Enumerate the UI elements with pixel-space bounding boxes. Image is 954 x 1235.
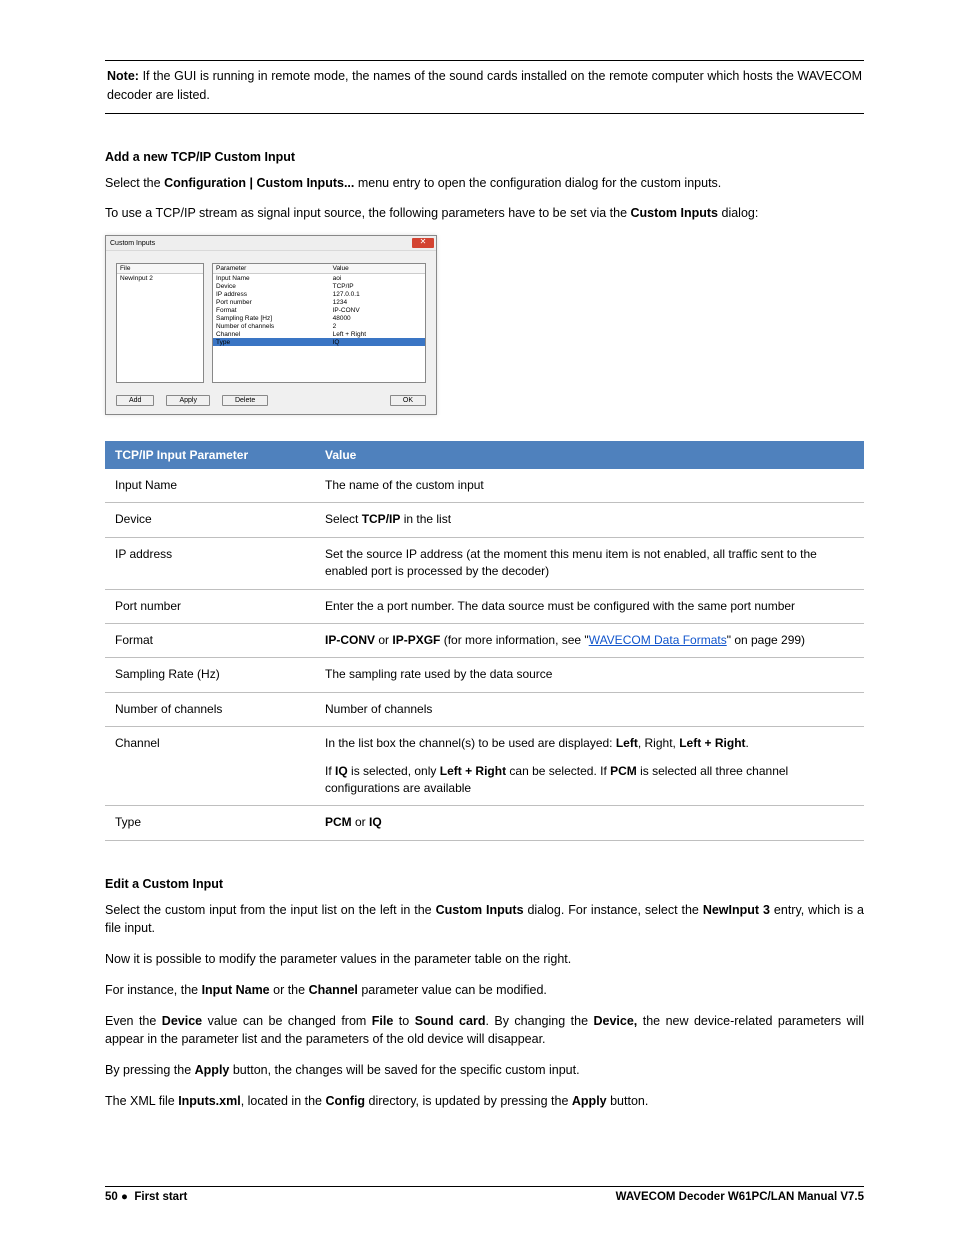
edit-para-6: The XML file Inputs.xml, located in the … [105,1092,864,1111]
th-value: Value [315,441,864,469]
table-row: Type PCM or IQ [105,806,864,840]
table-row: Input Name The name of the custom input [105,469,864,503]
close-icon[interactable]: ✕ [412,238,434,248]
edit-para-2: Now it is possible to modify the paramet… [105,950,864,969]
edit-para-5: By pressing the Apply button, the change… [105,1061,864,1080]
col-parameter: Parameter [213,264,330,274]
dialog-body: File NewInput 2 Parameter Value Input Na… [106,251,436,414]
table-row: Number of channels Number of channels [105,692,864,726]
dialog-title: Custom Inputs [110,240,155,247]
list-item[interactable]: NewInput 2 [117,274,203,283]
ok-button[interactable]: OK [390,395,426,406]
table-row: Device Select TCP/IP in the list [105,503,864,537]
note-body: If the GUI is running in remote mode, th… [107,69,862,102]
table-row: Format IP-CONV or IP-PXGF (for more info… [105,623,864,657]
wavecom-data-formats-link[interactable]: WAVECOM Data Formats [589,633,727,647]
edit-para-3: For instance, the Input Name or the Chan… [105,981,864,1000]
col-value: Value [330,264,425,274]
paragraph-select-menu: Select the Configuration | Custom Inputs… [105,174,864,193]
page-container: Note: If the GUI is running in remote mo… [0,0,954,1235]
th-parameter: TCP/IP Input Parameter [105,441,315,469]
paragraph-tcpip-intro: To use a TCP/IP stream as signal input s… [105,204,864,223]
input-list-header: File [117,264,203,274]
add-button[interactable]: Add [116,395,154,406]
delete-button[interactable]: Delete [222,395,268,406]
apply-button[interactable]: Apply [166,395,210,406]
note-label: Note: [107,69,139,83]
table-row: IP address Set the source IP address (at… [105,537,864,589]
input-list[interactable]: File NewInput 2 [116,263,204,383]
dialog-titlebar: Custom Inputs ✕ [106,236,436,251]
table-row: Port number Enter the a port number. The… [105,589,864,623]
page-footer: 50 ● First start WAVECOM Decoder W61PC/L… [105,1186,864,1203]
heading-edit-custom-input: Edit a Custom Input [105,877,864,891]
note-box: Note: If the GUI is running in remote mo… [105,60,864,114]
heading-add-custom-input: Add a new TCP/IP Custom Input [105,150,864,164]
custom-inputs-dialog: Custom Inputs ✕ File NewInput 2 Paramete… [105,235,437,415]
parameter-grid[interactable]: Parameter Value Input Nameaoi DeviceTCP/… [212,263,426,383]
tcpip-parameter-table: TCP/IP Input Parameter Value Input Name … [105,441,864,841]
table-row: Channel In the list box the channel(s) t… [105,727,864,806]
edit-para-1: Select the custom input from the input l… [105,901,864,939]
footer-right: WAVECOM Decoder W61PC/LAN Manual V7.5 [616,1191,864,1203]
dialog-button-row: Add Apply Delete OK [116,395,426,406]
table-row: Sampling Rate (Hz) The sampling rate use… [105,658,864,692]
footer-left: 50 ● First start [105,1191,187,1203]
edit-para-4: Even the Device value can be changed fro… [105,1012,864,1050]
